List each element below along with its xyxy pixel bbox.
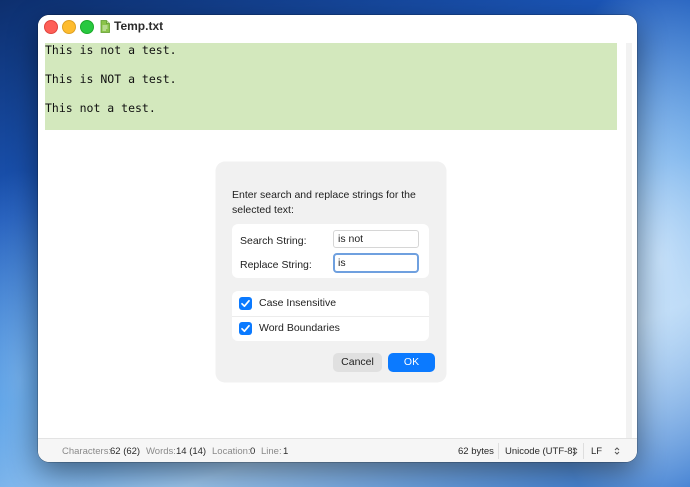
zoom-window-button[interactable] — [80, 20, 94, 34]
minimize-window-button[interactable] — [62, 20, 76, 34]
replace-string-input[interactable] — [333, 253, 419, 273]
editor-window: Temp.txt This is not a test. This is NOT… — [38, 15, 637, 462]
location-label: Location: — [212, 446, 251, 457]
line-label: Line: — [261, 446, 282, 457]
location-value: 0 — [250, 446, 256, 457]
case-insensitive-label: Case Insensitive — [259, 297, 337, 309]
status-divider — [583, 443, 584, 459]
words-label: Words: — [146, 446, 176, 457]
text-line-3[interactable]: This not a test. — [45, 101, 156, 115]
characters-value: 62 (62) — [110, 446, 141, 457]
search-replace-dialog: Enter search and replace strings for the… — [216, 162, 446, 382]
checkmark-icon — [241, 299, 250, 308]
file-size: 62 bytes — [458, 446, 494, 457]
word-boundaries-option[interactable]: Word Boundaries — [232, 316, 429, 341]
word-boundaries-checkbox[interactable] — [239, 322, 252, 335]
words-value: 14 (14) — [176, 446, 207, 457]
replace-string-label: Replace String: — [240, 259, 312, 271]
encoding-chevron-icon — [572, 447, 578, 455]
close-window-button[interactable] — [44, 20, 58, 34]
window-title: Temp.txt — [114, 19, 164, 33]
dialog-prompt: Enter search and replace strings for the… — [232, 189, 416, 216]
line-ending-popup[interactable]: LF — [591, 446, 602, 457]
title-bar: Temp.txt — [38, 15, 637, 43]
ok-button[interactable]: OK — [388, 353, 435, 372]
checkmark-icon — [241, 324, 250, 333]
options-group: Case Insensitive Word Boundaries — [232, 291, 429, 341]
status-bar: Characters: 62 (62) Words: 14 (14) Locat… — [38, 438, 637, 462]
text-line-1[interactable]: This is not a test. — [45, 43, 177, 57]
characters-label: Characters: — [62, 446, 112, 457]
encoding-popup[interactable]: Unicode (UTF-8) — [505, 446, 576, 457]
search-string-label: Search String: — [240, 235, 307, 247]
case-insensitive-checkbox[interactable] — [239, 297, 252, 310]
line-value: 1 — [283, 446, 289, 457]
fields-group: Search String: Replace String: — [232, 224, 429, 278]
vertical-scrollbar[interactable] — [626, 43, 632, 438]
case-insensitive-option[interactable]: Case Insensitive — [232, 291, 429, 317]
search-string-input[interactable] — [333, 230, 419, 248]
line-ending-chevron-icon — [614, 447, 620, 455]
word-boundaries-label: Word Boundaries — [259, 322, 340, 334]
text-document-icon — [100, 20, 110, 33]
text-line-2[interactable]: This is NOT a test. — [45, 72, 177, 86]
status-divider — [498, 443, 499, 459]
cancel-button[interactable]: Cancel — [333, 353, 382, 372]
